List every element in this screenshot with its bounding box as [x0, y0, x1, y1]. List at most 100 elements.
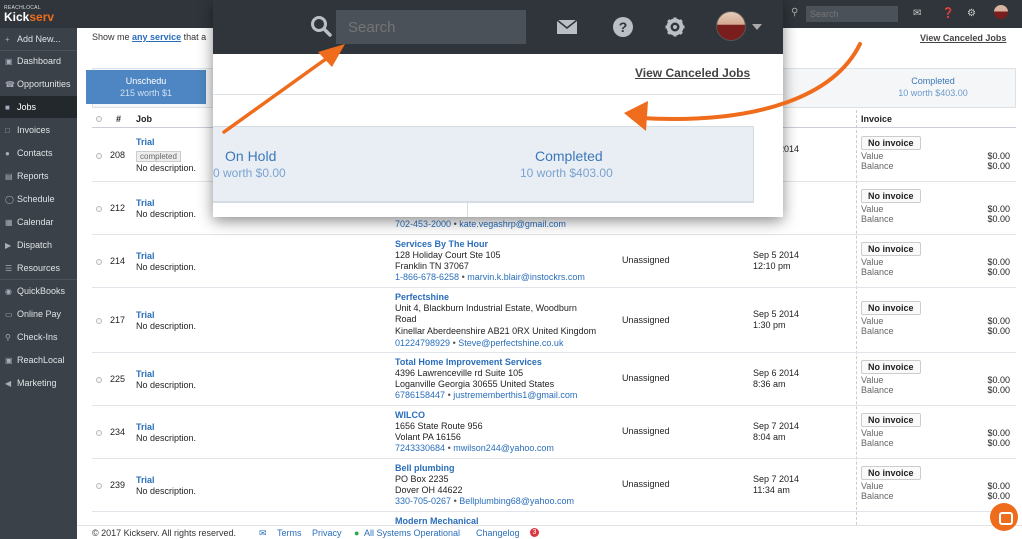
- value-label: Value: [861, 204, 884, 214]
- table-row[interactable]: Modern Mechanical: [92, 512, 1016, 526]
- avatar[interactable]: [716, 11, 746, 41]
- job-title-link[interactable]: Trial: [136, 198, 155, 208]
- row-radio[interactable]: [96, 153, 102, 159]
- sidebar-item-dispatch[interactable]: ▶ Dispatch: [0, 234, 77, 256]
- tab-on-hold[interactable]: On Hold: [225, 148, 276, 164]
- select-all-radio[interactable]: [96, 116, 102, 122]
- customer-phone-link[interactable]: 702-453-2000: [395, 219, 451, 229]
- job-title-link[interactable]: Trial: [136, 310, 155, 320]
- assigned-tech: Unassigned: [622, 373, 670, 383]
- logo-prefix: Kick: [4, 10, 30, 24]
- sidebar-item-dashboard[interactable]: ▣ Dashboard: [0, 50, 77, 72]
- mail-icon[interactable]: ✉: [913, 8, 921, 19]
- no-invoice-button[interactable]: No invoice: [861, 189, 921, 203]
- customer-name-link[interactable]: Perfectshine: [395, 292, 449, 302]
- tab-unscheduled[interactable]: Unschedu 215 worth $1: [86, 70, 206, 104]
- table-row[interactable]: 239 Trial No description. Bell plumbing …: [92, 459, 1016, 512]
- sidebar-item-jobs[interactable]: ■ Jobs: [0, 96, 77, 118]
- customer-contact: 01224798929 • Steve@perfectshine.co.uk: [395, 338, 563, 348]
- system-status-link[interactable]: All Systems Operational: [364, 528, 460, 538]
- row-radio[interactable]: [96, 377, 102, 383]
- search-input[interactable]: [806, 6, 898, 22]
- search-icon[interactable]: [309, 14, 333, 38]
- row-radio[interactable]: [96, 483, 102, 489]
- no-invoice-button[interactable]: No invoice: [861, 136, 921, 150]
- job-description: No description.: [136, 209, 197, 219]
- no-invoice-button[interactable]: No invoice: [861, 301, 921, 315]
- customer-phone-link[interactable]: 7243330684: [395, 443, 445, 453]
- customer-phone-link[interactable]: 6786158447: [395, 390, 445, 400]
- column-job[interactable]: Job: [136, 114, 152, 124]
- no-invoice-button[interactable]: No invoice: [861, 413, 921, 427]
- service-filter-link[interactable]: any service: [132, 32, 181, 42]
- no-invoice-button[interactable]: No invoice: [861, 242, 921, 256]
- sidebar-item-marketing[interactable]: ◀ Marketing: [0, 372, 77, 394]
- customer-phone-link[interactable]: 1-866-678-6258: [395, 272, 459, 282]
- sidebar-item-reports[interactable]: ▤ Reports: [0, 165, 77, 187]
- search-input[interactable]: [336, 10, 526, 44]
- customer-contact: 330-705-0267 • Bellplumbing68@yahoo.com: [395, 496, 574, 506]
- mail-icon[interactable]: [556, 19, 578, 35]
- gear-icon[interactable]: ⚙: [967, 8, 976, 19]
- customer-email-link[interactable]: marvin.k.blair@instockrs.com: [467, 272, 585, 282]
- sidebar-item-calendar[interactable]: ▦ Calendar: [0, 211, 77, 233]
- customer-name-link[interactable]: WILCO: [395, 410, 425, 420]
- job-title-link[interactable]: Trial: [136, 475, 155, 485]
- tab-completed[interactable]: Completed 10 worth $403.00: [873, 76, 993, 98]
- job-title-link[interactable]: Trial: [136, 422, 155, 432]
- row-radio[interactable]: [96, 259, 102, 265]
- sidebar-item-quickbooks[interactable]: ◉ QuickBooks: [0, 280, 77, 302]
- status-badge: completed: [136, 151, 181, 162]
- no-invoice-button[interactable]: No invoice: [861, 466, 921, 480]
- sidebar-item-reachlocal[interactable]: ▣ ReachLocal: [0, 349, 77, 371]
- row-radio[interactable]: [96, 318, 102, 324]
- table-row[interactable]: 225 Trial No description. Total Home Imp…: [92, 353, 1016, 406]
- logo[interactable]: Kickserv: [4, 10, 54, 24]
- privacy-link[interactable]: Privacy: [312, 528, 342, 538]
- job-title-link[interactable]: Trial: [136, 137, 155, 147]
- sidebar-item-label: Online Pay: [17, 309, 62, 319]
- customer-phone-link[interactable]: 01224798929: [395, 338, 450, 348]
- sidebar-item-opportunities[interactable]: ☎ Opportunities: [0, 73, 77, 95]
- tab-completed[interactable]: Completed: [535, 148, 603, 164]
- customer-phone-link[interactable]: 330-705-0267: [395, 496, 451, 506]
- customer-name-link[interactable]: Services By The Hour: [395, 239, 488, 249]
- customer-name-link[interactable]: Bell plumbing: [395, 463, 455, 473]
- table-row[interactable]: 217 Trial No description. Perfectshine U…: [92, 288, 1016, 353]
- help-icon[interactable]: ❓: [942, 8, 954, 19]
- customer-email-link[interactable]: Bellplumbing68@yahoo.com: [459, 496, 574, 506]
- customer-email-link[interactable]: justrememberthis1@gmail.com: [453, 390, 577, 400]
- table-row[interactable]: 234 Trial No description. WILCO 1656 Sta…: [92, 406, 1016, 459]
- avatar[interactable]: [994, 5, 1008, 19]
- quickbooks-icon: ◉: [5, 286, 12, 296]
- sidebar-item-contacts[interactable]: ● Contacts: [0, 142, 77, 164]
- search-icon[interactable]: ⚲: [791, 7, 798, 18]
- gear-icon[interactable]: [665, 17, 685, 37]
- sidebar-item-online-pay[interactable]: ▭ Online Pay: [0, 303, 77, 325]
- view-canceled-jobs-link[interactable]: View Canceled Jobs: [920, 33, 1006, 43]
- chevron-down-icon[interactable]: [752, 24, 762, 30]
- row-radio[interactable]: [96, 206, 102, 212]
- row-radio[interactable]: [96, 430, 102, 436]
- sidebar-item-resources[interactable]: ☰ Resources: [0, 257, 77, 279]
- help-icon[interactable]: ?: [612, 16, 634, 38]
- column-number[interactable]: #: [116, 114, 121, 124]
- column-invoice[interactable]: Invoice: [861, 114, 892, 124]
- job-title-link[interactable]: Trial: [136, 369, 155, 379]
- sidebar-item-add-new[interactable]: + Add New...: [0, 28, 77, 50]
- table-row[interactable]: 214 Trial No description. Services By Th…: [92, 235, 1016, 288]
- job-title-link[interactable]: Trial: [136, 251, 155, 261]
- sidebar-item-check-ins[interactable]: ⚲ Check-Ins: [0, 326, 77, 348]
- customer-email-link[interactable]: mwilson244@yahoo.com: [453, 443, 554, 453]
- sidebar-item-invoices[interactable]: □ Invoices: [0, 119, 77, 141]
- no-invoice-button[interactable]: No invoice: [861, 360, 921, 374]
- customer-email-link[interactable]: kate.vegashrp@gmail.com: [459, 219, 566, 229]
- terms-link[interactable]: Terms: [277, 528, 302, 538]
- customer-email-link[interactable]: Steve@perfectshine.co.uk: [458, 338, 563, 348]
- customer-name-link[interactable]: Total Home Improvement Services: [395, 357, 542, 367]
- view-canceled-jobs-link[interactable]: View Canceled Jobs: [635, 66, 750, 80]
- chat-launcher-button[interactable]: [990, 503, 1018, 531]
- contact-separator: •: [452, 338, 456, 348]
- sidebar-item-schedule[interactable]: ◯ Schedule: [0, 188, 77, 210]
- changelog-link[interactable]: Changelog: [476, 528, 520, 538]
